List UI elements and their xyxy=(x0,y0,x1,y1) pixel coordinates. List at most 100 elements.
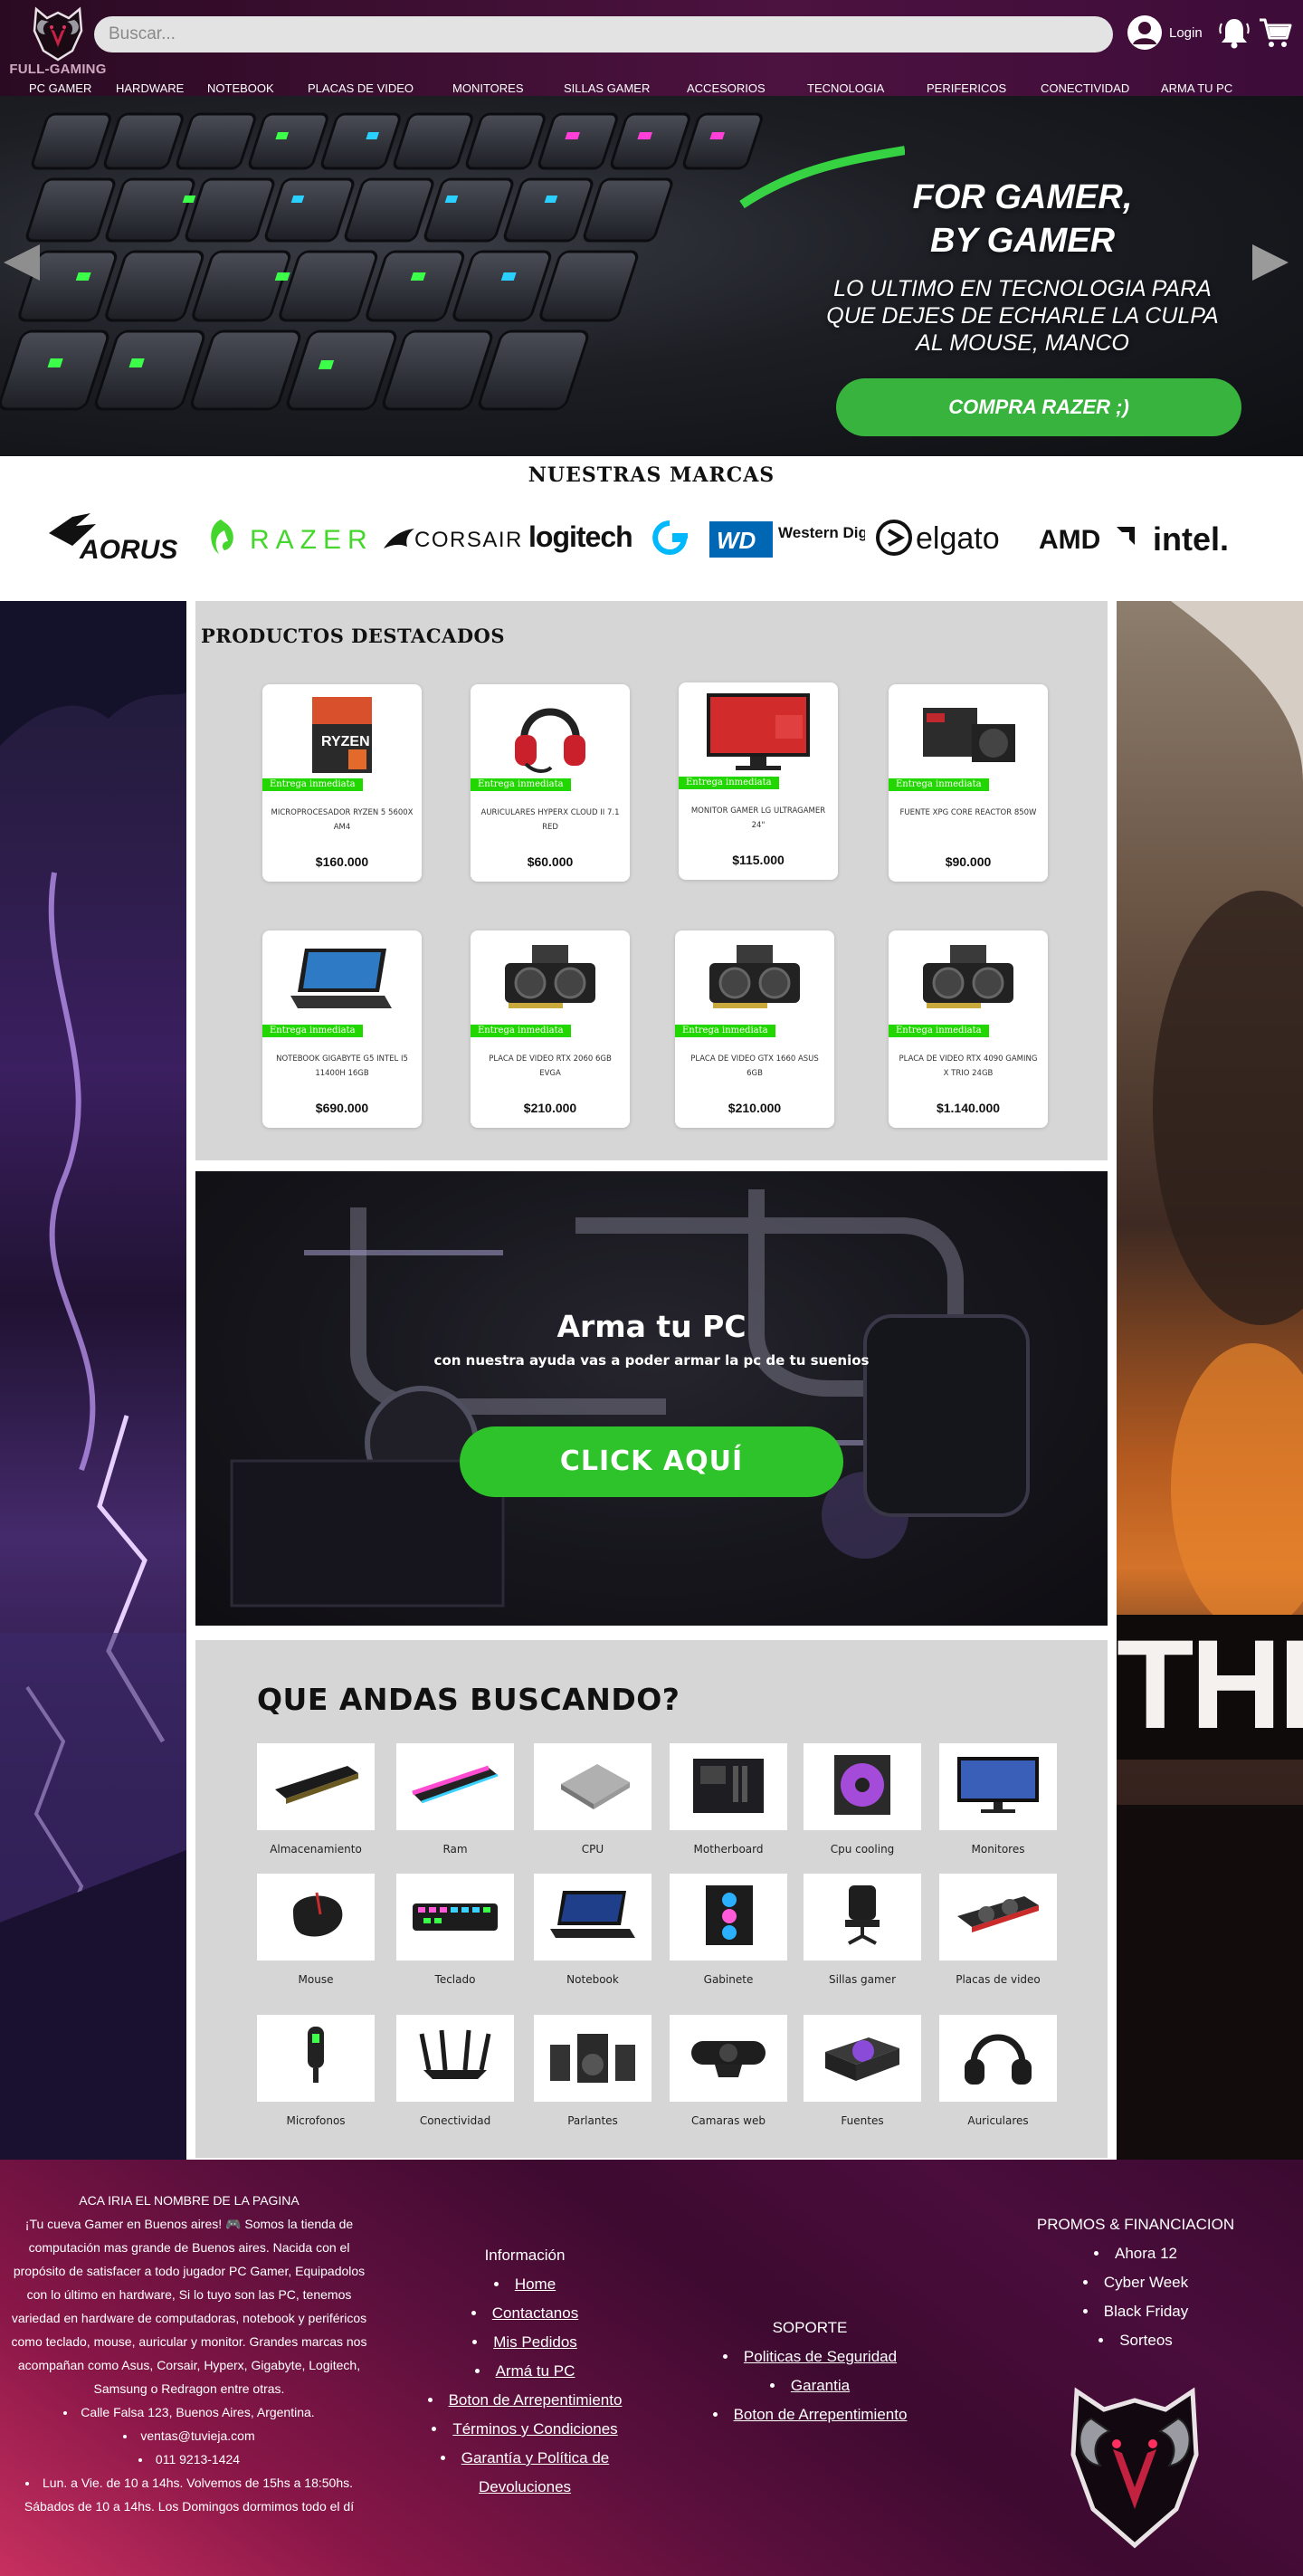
footer-link-warranty-label[interactable]: Garantía y Política de Devoluciones xyxy=(461,2449,609,2495)
product-card[interactable]: Entrega inmediata PLACA DE VIDEO RTX 4090… xyxy=(889,930,1048,1128)
footer-email[interactable]: ventas@tuvieja.com xyxy=(11,2424,367,2447)
nav-arma-tu-pc[interactable]: ARMA TU PC xyxy=(1161,81,1232,95)
product-image[interactable] xyxy=(471,688,630,782)
nav-perifericos[interactable]: PERIFERICOS xyxy=(927,81,1006,95)
product-image[interactable] xyxy=(262,934,422,1028)
footer-link-regret-label[interactable]: Boton de Arrepentimiento xyxy=(449,2391,623,2409)
footer-link-security-label[interactable]: Politicas de Seguridad xyxy=(744,2348,897,2365)
product-name[interactable]: AURICULARES HYPERX CLOUD II 7.1 RED xyxy=(478,806,623,835)
category-image[interactable] xyxy=(396,1874,514,1961)
product-image[interactable] xyxy=(675,934,834,1028)
footer-link-home[interactable]: Home xyxy=(398,2270,652,2299)
product-name[interactable]: FUENTE XPG CORE REACTOR 850W xyxy=(896,806,1041,820)
category-tile[interactable]: Fuentes xyxy=(804,2015,923,2127)
category-image[interactable] xyxy=(804,1743,921,1830)
search-input[interactable] xyxy=(94,16,1113,52)
category-label[interactable]: Monitores xyxy=(939,1843,1057,1856)
category-tile[interactable]: Monitores xyxy=(939,1743,1059,1856)
carousel-next-icon[interactable] xyxy=(1252,244,1289,281)
footer-link-terms-label[interactable]: Términos y Condiciones xyxy=(452,2420,617,2438)
category-tile[interactable]: Motherboard xyxy=(670,1743,789,1856)
cart-icon[interactable] xyxy=(1258,16,1292,49)
category-label[interactable]: Mouse xyxy=(257,1973,375,1986)
category-tile[interactable]: Cpu cooling xyxy=(804,1743,923,1856)
footer-link-contact[interactable]: Contactanos xyxy=(398,2299,652,2328)
product-card[interactable]: Entrega inmediata PLACA DE VIDEO GTX 1660… xyxy=(675,930,834,1128)
footer-link-terms[interactable]: Términos y Condiciones xyxy=(398,2415,652,2444)
brand-elgato[interactable]: elgato xyxy=(874,501,1028,574)
nav-pc-gamer[interactable]: PC GAMER xyxy=(29,81,91,95)
category-label[interactable]: Auriculares xyxy=(939,2114,1057,2127)
category-tile[interactable]: Ram xyxy=(396,1743,516,1856)
product-name[interactable]: NOTEBOOK GIGABYTE G5 INTEL I5 11400H 16G… xyxy=(270,1052,414,1081)
nav-hardware[interactable]: HARDWARE xyxy=(116,81,184,95)
category-label[interactable]: Conectividad xyxy=(396,2114,514,2127)
footer-link-guarantee-label[interactable]: Garantia xyxy=(791,2377,850,2394)
category-tile[interactable]: Microfonos xyxy=(257,2015,376,2127)
category-image[interactable] xyxy=(939,2015,1057,2102)
product-card[interactable]: Entrega inmediata FUENTE XPG CORE REACTOR… xyxy=(889,684,1048,882)
category-label[interactable]: Microfonos xyxy=(257,2114,375,2127)
category-label[interactable]: Teclado xyxy=(396,1973,514,1986)
product-card[interactable]: RYZEN Entrega inmediata MICROPROCESADOR RY… xyxy=(262,684,422,882)
category-label[interactable]: Sillas gamer xyxy=(804,1973,921,1986)
category-label[interactable]: Placas de video xyxy=(939,1973,1057,1986)
footer-link-build-pc[interactable]: Armá tu PC xyxy=(398,2357,652,2386)
brand-aorus[interactable]: AORUS xyxy=(45,501,190,574)
footer-link-home-label[interactable]: Home xyxy=(515,2275,556,2293)
category-image[interactable] xyxy=(257,2015,375,2102)
footer-link-security[interactable]: Politicas de Seguridad xyxy=(688,2342,932,2371)
nav-monitores[interactable]: MONITORES xyxy=(452,81,524,95)
category-tile[interactable]: Notebook xyxy=(534,1874,653,1986)
footer-link-contact-label[interactable]: Contactanos xyxy=(492,2304,578,2322)
footer-link-orders-label[interactable]: Mis Pedidos xyxy=(493,2333,577,2351)
category-label[interactable]: Ram xyxy=(396,1843,514,1856)
product-image[interactable] xyxy=(889,934,1048,1028)
nav-tecnologia[interactable]: TECNOLOGIA xyxy=(807,81,884,95)
carousel-prev-icon[interactable] xyxy=(4,244,40,281)
brand-corsair[interactable]: CORSAIR xyxy=(382,501,523,574)
category-tile[interactable]: Conectividad xyxy=(396,2015,516,2127)
category-tile[interactable]: Placas de video xyxy=(939,1874,1059,1986)
category-label[interactable]: Camaras web xyxy=(670,2114,787,2127)
product-name[interactable]: PLACA DE VIDEO RTX 4090 GAMING X TRIO 24… xyxy=(896,1052,1041,1081)
category-image[interactable] xyxy=(670,1743,787,1830)
category-image[interactable] xyxy=(396,1743,514,1830)
footer-link-guarantee[interactable]: Garantia xyxy=(688,2371,932,2400)
product-card[interactable]: Entrega inmediata NOTEBOOK GIGABYTE G5 IN… xyxy=(262,930,422,1128)
category-image[interactable] xyxy=(257,1874,375,1961)
category-image[interactable] xyxy=(534,2015,652,2102)
category-tile[interactable]: Teclado xyxy=(396,1874,516,1986)
brand-western-digital[interactable]: WD Western Digital xyxy=(708,501,865,574)
category-tile[interactable]: Parlantes xyxy=(534,2015,653,2127)
footer-link-regret-2[interactable]: Boton de Arrepentimiento xyxy=(688,2400,932,2429)
product-image[interactable] xyxy=(679,686,838,780)
category-tile[interactable]: Almacenamiento xyxy=(257,1743,376,1856)
category-tile[interactable]: CPU xyxy=(534,1743,653,1856)
category-label[interactable]: Notebook xyxy=(534,1973,652,1986)
brand-logitech[interactable]: logitech xyxy=(528,501,691,574)
footer-link-orders[interactable]: Mis Pedidos xyxy=(398,2328,652,2357)
category-label[interactable]: Cpu cooling xyxy=(804,1843,921,1856)
product-image[interactable] xyxy=(471,934,630,1028)
footer-link-regret[interactable]: Boton de Arrepentimiento xyxy=(398,2386,652,2415)
category-label[interactable]: Parlantes xyxy=(534,2114,652,2127)
footer-link-regret-2-label[interactable]: Boton de Arrepentimiento xyxy=(734,2406,908,2423)
nav-notebook[interactable]: NOTEBOOK xyxy=(207,81,274,95)
category-image[interactable] xyxy=(670,1874,787,1961)
nav-sillas-gamer[interactable]: SILLAS GAMER xyxy=(564,81,650,95)
category-tile[interactable]: Sillas gamer xyxy=(804,1874,923,1986)
category-tile[interactable]: Mouse xyxy=(257,1874,376,1986)
product-name[interactable]: MONITOR GAMER LG ULTRAGAMER 24" xyxy=(686,804,831,833)
category-image[interactable] xyxy=(939,1743,1057,1830)
buy-razer-button[interactable]: COMPRA RAZER ;) xyxy=(836,378,1241,436)
login-button[interactable]: Login xyxy=(1126,14,1203,51)
brand-intel[interactable]: intel. xyxy=(1151,501,1247,574)
product-card[interactable]: Entrega inmediata MONITOR GAMER LG ULTRAG… xyxy=(679,682,838,880)
category-label[interactable]: Fuentes xyxy=(804,2114,921,2127)
site-logo[interactable]: FULL-GAMING xyxy=(7,4,109,80)
brand-razer[interactable]: RAZER xyxy=(201,501,376,574)
build-pc-button[interactable]: CLICK AQUÍ xyxy=(460,1426,843,1497)
category-label[interactable]: Gabinete xyxy=(670,1973,787,1986)
category-image[interactable] xyxy=(534,1743,652,1830)
